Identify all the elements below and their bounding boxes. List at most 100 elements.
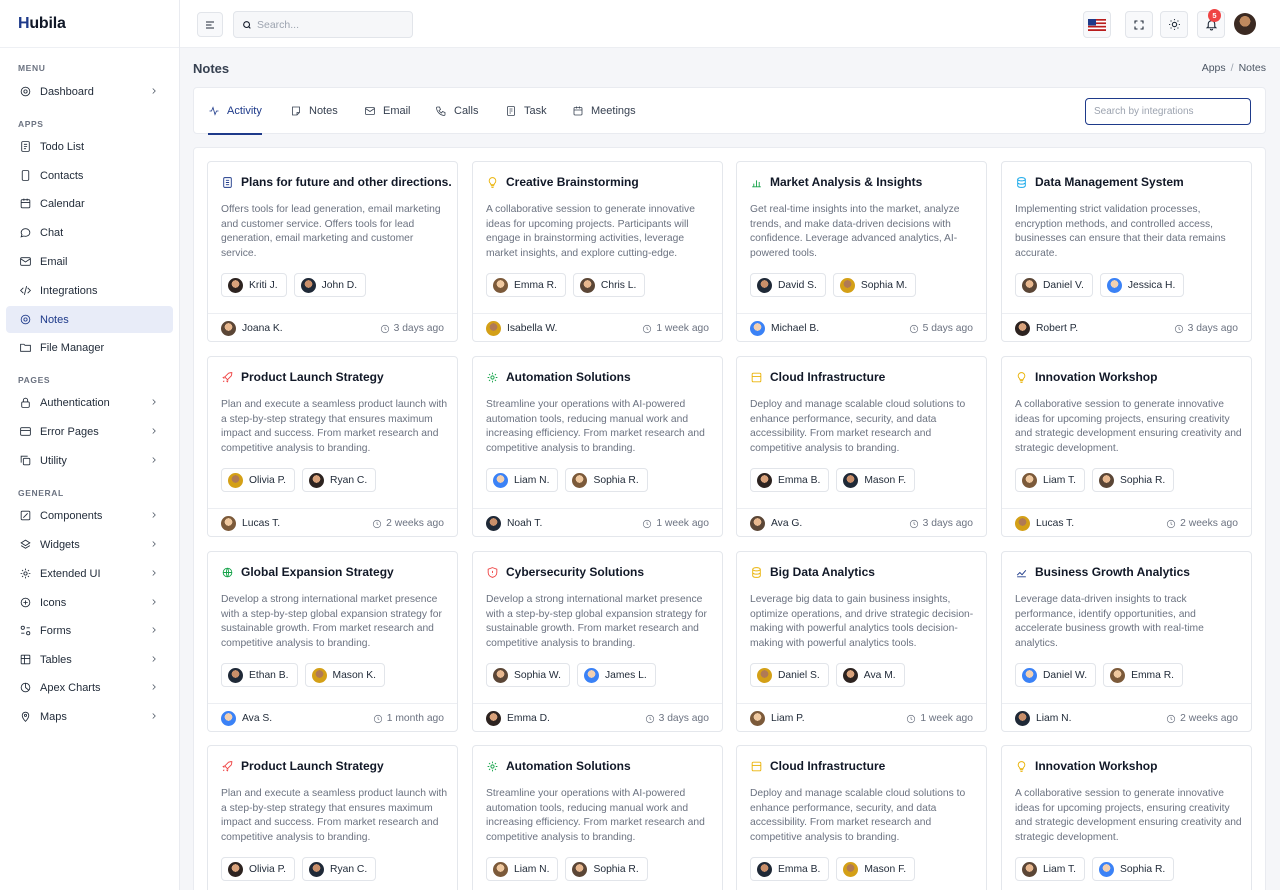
- assignee-chip[interactable]: Jessica H.: [1099, 273, 1185, 297]
- assignee-chip[interactable]: John D.: [293, 273, 367, 297]
- note-title[interactable]: Creative Brainstorming: [486, 175, 639, 189]
- assignee-chip[interactable]: Mason K.: [304, 663, 385, 687]
- note-card[interactable]: Big Data Analytics Leverage big data to …: [736, 551, 987, 732]
- note-title[interactable]: Big Data Analytics: [750, 565, 875, 579]
- assignee-chip[interactable]: Sophia R.: [1092, 468, 1175, 492]
- assignee-chip[interactable]: Sophia R.: [1092, 857, 1175, 881]
- assignee-chip[interactable]: Daniel S.: [750, 663, 829, 687]
- notifications-button[interactable]: 5: [1197, 9, 1225, 38]
- sidebar-item-extended-ui[interactable]: Extended UI: [6, 560, 173, 587]
- language-button[interactable]: [1083, 11, 1111, 38]
- assignee-chip[interactable]: Daniel V.: [1015, 273, 1093, 297]
- assignee-chip[interactable]: Sophia R.: [565, 468, 648, 492]
- tab-task[interactable]: Task: [505, 88, 547, 134]
- note-owner[interactable]: Liam P.: [750, 711, 805, 726]
- assignee-chip[interactable]: Emma R.: [1103, 663, 1183, 687]
- assignee-chip[interactable]: Liam N.: [486, 468, 559, 492]
- tab-activity[interactable]: Activity: [208, 88, 262, 135]
- note-card[interactable]: Global Expansion Strategy Develop a stro…: [207, 551, 458, 732]
- sidebar-item-authentication[interactable]: Authentication: [6, 389, 173, 416]
- note-owner[interactable]: Joana K.: [221, 321, 283, 336]
- sidebar-item-file-manager[interactable]: File Manager: [6, 334, 173, 361]
- sidebar-item-maps[interactable]: Maps: [6, 703, 173, 730]
- sidebar-item-todo-list[interactable]: Todo List: [6, 133, 173, 160]
- note-title[interactable]: Global Expansion Strategy: [221, 565, 394, 579]
- assignee-chip[interactable]: Emma B.: [750, 468, 830, 492]
- assignee-chip[interactable]: Chris L.: [572, 273, 646, 297]
- note-owner[interactable]: Lucas T.: [1015, 516, 1074, 531]
- sidebar-item-notes[interactable]: Notes: [6, 306, 173, 333]
- note-card[interactable]: Innovation Workshop A collaborative sess…: [1001, 745, 1252, 890]
- assignee-chip[interactable]: Liam N.: [486, 857, 559, 881]
- note-title[interactable]: Innovation Workshop: [1015, 370, 1157, 384]
- note-title[interactable]: Business Growth Analytics: [1015, 565, 1190, 579]
- note-card[interactable]: Automation Solutions Streamline your ope…: [472, 745, 723, 890]
- note-title[interactable]: Cybersecurity Solutions: [486, 565, 644, 579]
- sidebar-item-icons[interactable]: Icons: [6, 589, 173, 616]
- sidebar-item-components[interactable]: Components: [6, 502, 173, 529]
- note-card[interactable]: Plans for future and other directions. O…: [207, 161, 458, 342]
- assignee-chip[interactable]: Kriti J.: [221, 273, 287, 297]
- note-owner[interactable]: Isabella W.: [486, 321, 557, 336]
- note-card[interactable]: Data Management System Implementing stri…: [1001, 161, 1252, 342]
- sidebar-item-contacts[interactable]: Contacts: [6, 162, 173, 189]
- assignee-chip[interactable]: Sophia W.: [486, 663, 570, 687]
- assignee-chip[interactable]: Mason F.: [836, 468, 916, 492]
- tab-meetings[interactable]: Meetings: [572, 88, 636, 134]
- sidebar-item-integrations[interactable]: Integrations: [6, 277, 173, 304]
- sidebar-item-widgets[interactable]: Widgets: [6, 531, 173, 558]
- note-owner[interactable]: Liam N.: [1015, 711, 1071, 726]
- sidebar-item-calendar[interactable]: Calendar: [6, 190, 173, 217]
- assignee-chip[interactable]: Emma R.: [486, 273, 566, 297]
- theme-toggle-button[interactable]: [1160, 11, 1188, 38]
- sidebar-item-utility[interactable]: Utility: [6, 447, 173, 474]
- note-owner[interactable]: Lucas T.: [221, 516, 280, 531]
- assignee-chip[interactable]: Liam T.: [1015, 857, 1086, 881]
- note-card[interactable]: Business Growth Analytics Leverage data-…: [1001, 551, 1252, 732]
- sidebar-item-forms[interactable]: Forms: [6, 617, 173, 644]
- note-owner[interactable]: Robert P.: [1015, 321, 1078, 336]
- note-card[interactable]: Creative Brainstorming A collaborative s…: [472, 161, 723, 342]
- assignee-chip[interactable]: Ava M.: [835, 663, 905, 687]
- note-card[interactable]: Product Launch Strategy Plan and execute…: [207, 356, 458, 537]
- sidebar-item-error-pages[interactable]: Error Pages: [6, 418, 173, 445]
- note-owner[interactable]: Emma D.: [486, 711, 550, 726]
- tab-calls[interactable]: Calls: [435, 88, 478, 134]
- assignee-chip[interactable]: Sophia M.: [832, 273, 917, 297]
- note-title[interactable]: Plans for future and other directions.: [221, 175, 452, 189]
- sidebar-item-dashboard[interactable]: Dashboard: [6, 78, 173, 105]
- note-card[interactable]: Innovation Workshop A collaborative sess…: [1001, 356, 1252, 537]
- assignee-chip[interactable]: Ryan C.: [302, 857, 377, 881]
- assignee-chip[interactable]: Olivia P.: [221, 857, 296, 881]
- brand[interactable]: Hubila: [0, 0, 179, 48]
- note-title[interactable]: Cloud Infrastructure: [750, 759, 885, 773]
- note-card[interactable]: Cloud Infrastructure Deploy and manage s…: [736, 356, 987, 537]
- note-title[interactable]: Cloud Infrastructure: [750, 370, 885, 384]
- note-card[interactable]: Cybersecurity Solutions Develop a strong…: [472, 551, 723, 732]
- sidebar-item-tables[interactable]: Tables: [6, 646, 173, 673]
- assignee-chip[interactable]: James L.: [576, 663, 656, 687]
- note-title[interactable]: Automation Solutions: [486, 370, 631, 384]
- note-card[interactable]: Product Launch Strategy Plan and execute…: [207, 745, 458, 890]
- note-owner[interactable]: Noah T.: [486, 516, 542, 531]
- note-owner[interactable]: Ava S.: [221, 711, 272, 726]
- user-avatar[interactable]: [1234, 13, 1256, 35]
- note-owner[interactable]: Michael B.: [750, 321, 819, 336]
- assignee-chip[interactable]: Liam T.: [1015, 468, 1086, 492]
- note-card[interactable]: Cloud Infrastructure Deploy and manage s…: [736, 745, 987, 890]
- note-title[interactable]: Automation Solutions: [486, 759, 631, 773]
- note-card[interactable]: Automation Solutions Streamline your ope…: [472, 356, 723, 537]
- assignee-chip[interactable]: Daniel W.: [1015, 663, 1097, 687]
- assignee-chip[interactable]: Mason F.: [836, 857, 916, 881]
- assignee-chip[interactable]: Ryan C.: [302, 468, 377, 492]
- note-card[interactable]: Market Analysis & Insights Get real-time…: [736, 161, 987, 342]
- sidebar-item-apex-charts[interactable]: Apex Charts: [6, 674, 173, 701]
- tab-notes[interactable]: Notes: [290, 88, 338, 134]
- sidebar-item-email[interactable]: Email: [6, 248, 173, 275]
- assignee-chip[interactable]: Ethan B.: [221, 663, 298, 687]
- assignee-chip[interactable]: Emma B.: [750, 857, 830, 881]
- note-title[interactable]: Market Analysis & Insights: [750, 175, 922, 189]
- assignee-chip[interactable]: David S.: [750, 273, 826, 297]
- integration-search-input[interactable]: [1085, 98, 1251, 125]
- menu-toggle-button[interactable]: [197, 12, 223, 37]
